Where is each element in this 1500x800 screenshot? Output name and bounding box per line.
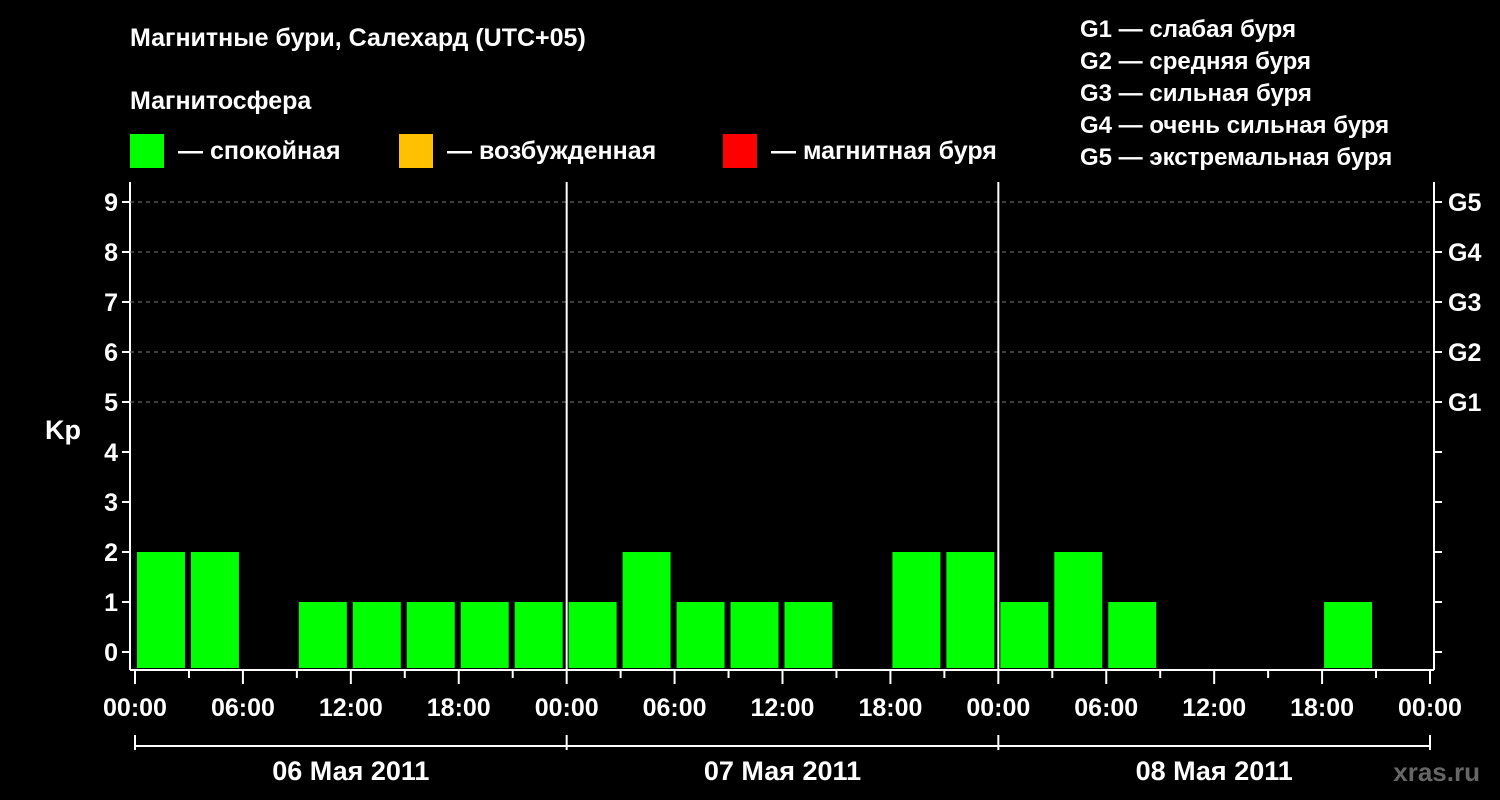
x-tick-label: 00:00 (1398, 694, 1462, 722)
y-tick-label: 0 (104, 639, 118, 667)
y-tick-label: 1 (104, 589, 118, 617)
kp-bar (622, 552, 671, 668)
kp-bar (406, 602, 455, 668)
x-tick-label: 12:00 (1182, 694, 1246, 722)
x-tick-label: 18:00 (1290, 694, 1354, 722)
x-tick-label: 18:00 (858, 694, 922, 722)
kp-bar (460, 602, 509, 668)
x-tick-label: 12:00 (319, 694, 383, 722)
y-tick-label: 2 (104, 539, 118, 567)
storm-level-label: G1 (1448, 389, 1481, 417)
storm-level-label: G5 (1448, 189, 1481, 217)
kp-bar (514, 602, 563, 668)
watermark: xras.ru (1393, 757, 1480, 787)
kp-bar (1108, 602, 1157, 668)
y-axis-label: Kp (45, 415, 81, 445)
day-label: 08 Мая 2011 (1136, 756, 1293, 786)
x-tick-label: 00:00 (966, 694, 1030, 722)
x-tick-label: 00:00 (535, 694, 599, 722)
kp-chart: 0 1 2 3 4 5 6 7 8 9 G1 G2 G3 G4 G5 Kp 00:00 06:00 12:00 18:… (45, 182, 1481, 786)
storm-level-label: G4 (1448, 239, 1481, 267)
kp-bar (784, 602, 833, 668)
y-tick-label: 7 (104, 289, 118, 317)
day-label: 07 Мая 2011 (704, 756, 861, 786)
y-tick-label: 9 (104, 189, 118, 217)
kp-bar (190, 552, 239, 668)
kp-bar (1324, 602, 1373, 668)
x-tick-label: 06:00 (643, 694, 707, 722)
kp-bar (298, 602, 347, 668)
y-tick-label: 8 (104, 239, 118, 267)
y-tick-label: 4 (104, 439, 118, 467)
y-tick-label: 5 (104, 389, 118, 417)
kp-bar (352, 602, 401, 668)
y-tick-label: 3 (104, 489, 118, 517)
x-tick-label: 00:00 (103, 694, 167, 722)
x-tick-label: 18:00 (427, 694, 491, 722)
x-tick-label: 06:00 (1074, 694, 1138, 722)
kp-bar (946, 552, 995, 668)
y-tick-label: 6 (104, 339, 118, 367)
kp-bar (137, 552, 185, 668)
kp-bar (1054, 552, 1103, 668)
x-tick-label: 06:00 (211, 694, 275, 722)
kp-bar (892, 552, 941, 668)
kp-bar (1000, 602, 1049, 668)
storm-level-label: G3 (1448, 289, 1481, 317)
kp-bar (730, 602, 779, 668)
kp-bar (568, 602, 617, 668)
day-label: 06 Мая 2011 (272, 756, 429, 786)
x-tick-label: 12:00 (751, 694, 815, 722)
kp-bar (676, 602, 725, 668)
storm-level-label: G2 (1448, 339, 1481, 367)
